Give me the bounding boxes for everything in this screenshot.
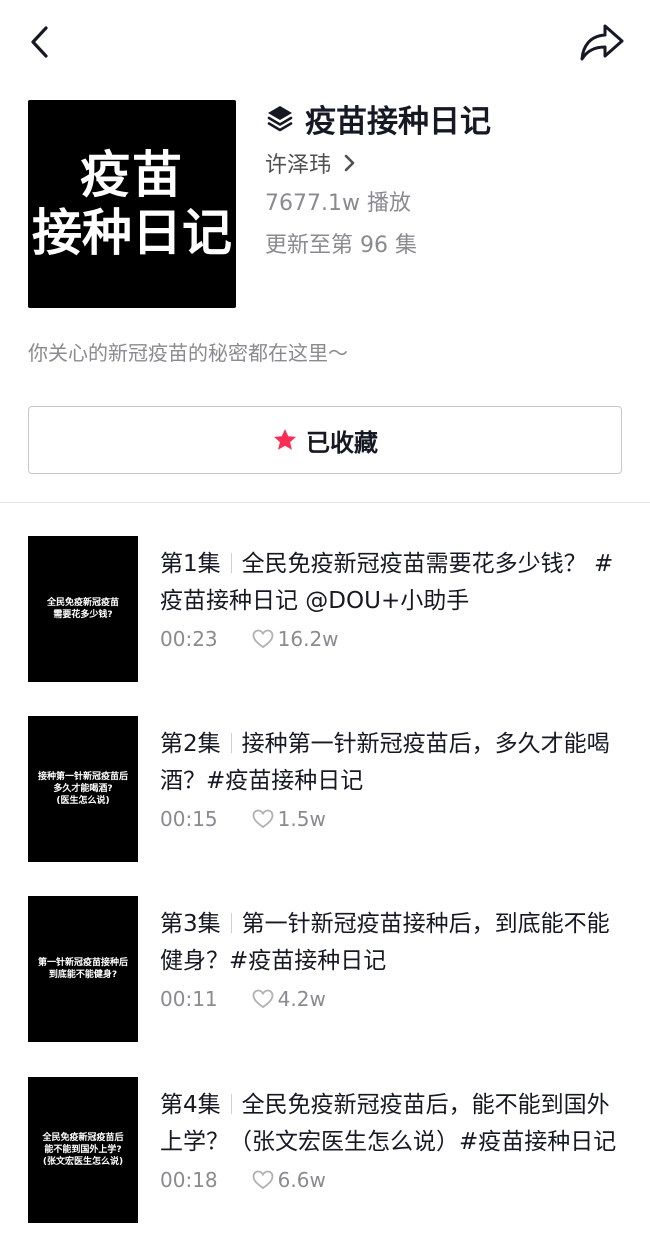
episode-title-text: 全民免疫新冠疫苗后，能不能到国外上学？（张文宏医生怎么说）#疫苗接种日记 [160, 1092, 617, 1155]
chevron-right-icon [344, 154, 355, 172]
episode-likes: 1.5w [277, 807, 326, 831]
heart-icon [252, 1170, 274, 1190]
episode-duration: 00:15 [160, 807, 218, 831]
episode-thumbnail: 第一针新冠疫苗接种后 到底能不能健身? [28, 896, 138, 1042]
collection-cover: 疫苗 接种日记 [28, 100, 236, 308]
episode-meta: 00:18 6.6w [160, 1165, 326, 1195]
episode-title-text: 全民免疫新冠疫苗需要花多少钱？ #疫苗接种日记 @DOU+小助手 [160, 551, 614, 614]
heart-icon [252, 629, 274, 649]
collection-title: 疫苗接种日记 [305, 103, 491, 140]
heart-icon [252, 809, 274, 829]
section-divider [0, 502, 650, 503]
author-name: 许泽玮 [265, 153, 332, 178]
episode-separator [230, 913, 232, 933]
episode-number: 第4集 [160, 1092, 221, 1118]
episode-title-text: 第一针新冠疫苗接种后，到底能不能健身？#疫苗接种日记 [160, 911, 610, 974]
episode-likes: 6.6w [277, 1168, 326, 1192]
layers-icon [267, 106, 293, 132]
episode-title: 第1集 全民免疫新冠疫苗需要花多少钱？ #疫苗接种日记 @DOU+小助手 [160, 546, 628, 620]
episode-item-4[interactable]: 全民免疫新冠疫苗后 能不能到国外上学? (张文宏医生怎么说) 第4集 全民免疫新冠… [0, 1077, 650, 1223]
episode-number: 第3集 [160, 911, 221, 937]
episode-separator [230, 553, 232, 573]
star-icon [274, 429, 296, 450]
episode-separator [230, 1094, 232, 1114]
episode-likes: 4.2w [277, 987, 326, 1011]
collection-title-row: 疫苗接种日记 [265, 98, 491, 140]
episode-meta: 00:11 4.2w [160, 984, 326, 1014]
episode-meta: 00:23 16.2w [160, 624, 339, 654]
episode-separator [230, 733, 232, 753]
cover-text-line2: 接种日记 [32, 204, 232, 262]
episode-item-2[interactable]: 接种第一针新冠疫苗后 多久才能喝酒? (医生怎么说) 第2集 接种第一针新冠疫苗后… [0, 716, 650, 862]
author-link[interactable]: 许泽玮 [265, 146, 357, 180]
favorited-button-label: 已收藏 [306, 428, 378, 457]
favorited-button[interactable]: 已收藏 [28, 406, 622, 474]
collection-page: 疫苗 接种日记 疫苗接种日记 许泽玮 7677.1w 播放 更新至第 96 集 … [0, 0, 650, 1241]
back-icon[interactable] [22, 22, 62, 62]
episode-thumbnail: 全民免疫新冠疫苗后 能不能到国外上学? (张文宏医生怎么说) [28, 1077, 138, 1223]
episode-title: 第3集 第一针新冠疫苗接种后，到底能不能健身？#疫苗接种日记 [160, 906, 628, 980]
collection-description: 你关心的新冠疫苗的秘密都在这里～ [28, 341, 348, 365]
episode-item-1[interactable]: 全民免疫新冠疫苗 需要花多少钱? 第1集 全民免疫新冠疫苗需要花多少钱？ #疫苗接… [0, 536, 650, 682]
cover-text-line1: 疫苗 [80, 146, 184, 204]
episode-likes: 16.2w [277, 627, 339, 651]
episode-title: 第4集 全民免疫新冠疫苗后，能不能到国外上学？（张文宏医生怎么说）#疫苗接种日记 [160, 1087, 628, 1161]
episode-title-text: 接种第一针新冠疫苗后，多久才能喝酒？#疫苗接种日记 [160, 731, 610, 794]
episode-thumbnail: 全民免疫新冠疫苗 需要花多少钱? [28, 536, 138, 682]
episode-duration: 00:11 [160, 987, 218, 1011]
episode-meta: 00:15 1.5w [160, 804, 326, 834]
episode-title: 第2集 接种第一针新冠疫苗后，多久才能喝酒？#疫苗接种日记 [160, 726, 628, 800]
episode-thumbnail: 接种第一针新冠疫苗后 多久才能喝酒? (医生怎么说) [28, 716, 138, 862]
play-count: 7677.1w 播放 [265, 191, 411, 216]
episode-item-3[interactable]: 第一针新冠疫苗接种后 到底能不能健身? 第3集 第一针新冠疫苗接种后，到底能不能健… [0, 896, 650, 1042]
episode-number: 第2集 [160, 731, 221, 757]
share-icon[interactable] [578, 20, 626, 64]
episode-duration: 00:18 [160, 1168, 218, 1192]
update-status: 更新至第 96 集 [265, 233, 417, 258]
heart-icon [252, 989, 274, 1009]
episode-duration: 00:23 [160, 627, 218, 651]
episode-number: 第1集 [160, 551, 221, 577]
